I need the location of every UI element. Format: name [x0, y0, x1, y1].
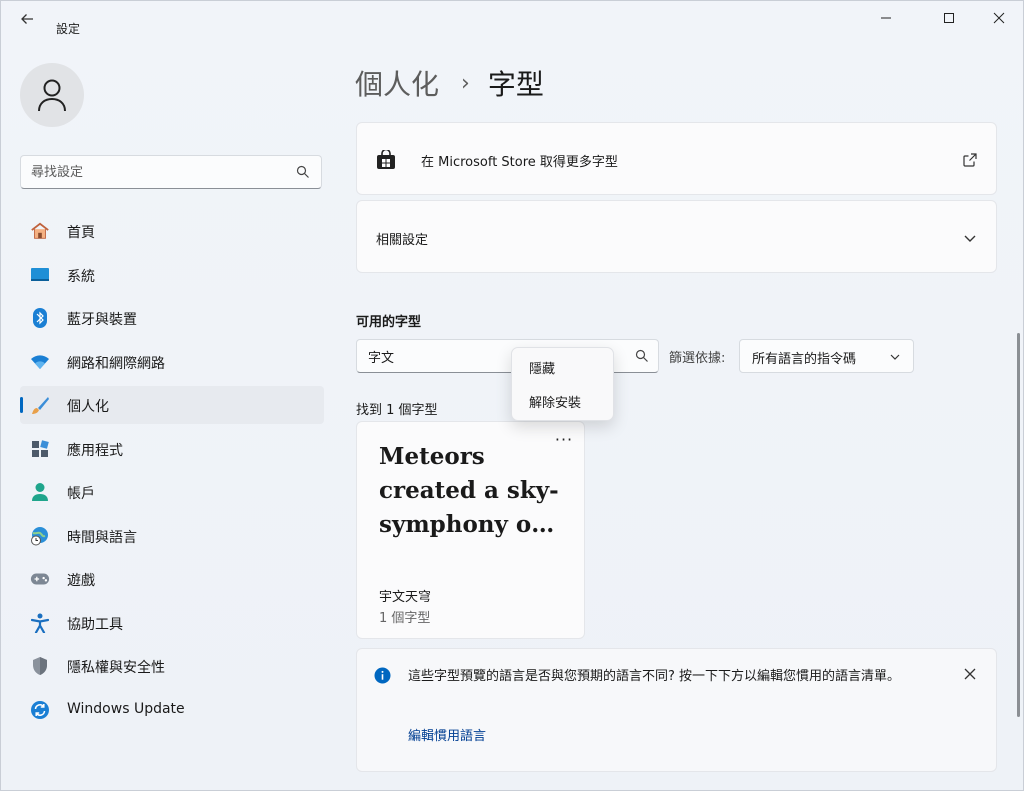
sidebar-item-label: 網路和網際網路 — [67, 355, 165, 372]
page-title: 字型 — [487, 68, 544, 101]
sidebar-item-accessibility[interactable]: 協助工具 — [20, 604, 324, 642]
sidebar-item-system[interactable]: 系統 — [20, 256, 324, 294]
chevron-down-icon — [890, 354, 900, 360]
sidebar-item-label: 隱私權與安全性 — [67, 660, 165, 676]
store-card-label: 在 Microsoft Store 取得更多字型 — [421, 155, 618, 170]
external-link-icon — [963, 153, 977, 167]
sidebar-item-label: 個人化 — [67, 399, 109, 415]
breadcrumb-parent[interactable]: 個人化 — [355, 63, 439, 103]
user-icon — [38, 79, 66, 112]
apps-icon — [30, 439, 50, 459]
related-settings-card[interactable]: 相關設定 — [356, 200, 997, 273]
related-settings-label: 相關設定 — [376, 233, 429, 248]
sidebar-item-label: 藍牙與裝置 — [67, 312, 137, 328]
search-input[interactable] — [31, 162, 291, 182]
gamepad-icon — [30, 569, 50, 589]
language-info-bar: 這些字型預覽的語言是否與您預期的語言不同? 按一下下方以編輯您慣用的語言清單。 … — [356, 648, 997, 772]
title-bar: 設定 — [1, 1, 1023, 41]
menu-item-label: 隱藏 — [529, 362, 556, 377]
sidebar-item-label: 遊戲 — [67, 573, 95, 589]
sidebar-item-apps[interactable]: 應用程式 — [20, 430, 324, 468]
back-button[interactable] — [15, 11, 39, 31]
breadcrumb: 個人化 › 字型 — [355, 61, 544, 105]
sidebar-item-gaming[interactable]: 遊戲 — [20, 560, 324, 598]
back-arrow-icon — [21, 14, 33, 24]
minimize-button[interactable] — [863, 7, 909, 33]
script-filter-dropdown[interactable]: 所有語言的指令碼 — [739, 339, 914, 373]
sidebar-item-label: 協助工具 — [67, 616, 123, 633]
sidebar-item-bluetooth[interactable]: 藍牙與裝置 — [20, 299, 324, 337]
search-icon — [635, 349, 648, 362]
shield-icon — [30, 656, 50, 676]
filter-selected-value: 所有語言的指令碼 — [752, 352, 857, 367]
sidebar-item-network[interactable]: 網路和網際網路 — [20, 343, 324, 381]
font-preview-text: Meteors created a sky-symphony o… — [379, 443, 559, 538]
brush-icon — [30, 395, 50, 415]
app-title: 設定 — [56, 22, 81, 36]
edit-preferred-languages-link[interactable]: 編輯慣用語言 — [408, 725, 486, 744]
sidebar-item-label: 系統 — [67, 268, 95, 285]
info-icon — [374, 667, 391, 684]
search-icon — [296, 165, 309, 178]
minimize-icon — [881, 17, 891, 19]
settings-window: 設定 首頁 系統 藍牙與裝置 網路和網際網路 — [0, 0, 1024, 791]
globe-clock-icon — [30, 526, 50, 546]
menu-item-label: 解除安裝 — [529, 396, 582, 411]
more-options-button[interactable]: ··· — [552, 432, 576, 450]
sidebar-item-label: 時間與語言 — [67, 529, 137, 546]
microsoft-store-card[interactable]: 在 Microsoft Store 取得更多字型 — [356, 122, 997, 195]
breadcrumb-separator: › — [461, 70, 470, 96]
active-indicator — [20, 397, 23, 413]
sidebar-item-label: Windows Update — [67, 700, 185, 717]
maximize-icon — [944, 13, 954, 23]
filter-label: 篩選依據: — [669, 351, 726, 366]
sidebar-nav: 首頁 系統 藍牙與裝置 網路和網際網路 個人化 應用程式 帳戶 時間與語言 遊戲… — [20, 212, 324, 734]
sidebar-item-accounts[interactable]: 帳戶 — [20, 473, 324, 511]
close-icon — [993, 12, 1005, 24]
sidebar-item-label: 首頁 — [67, 225, 95, 241]
font-face-count: 1 個字型 — [379, 611, 431, 626]
maximize-button[interactable] — [926, 7, 972, 33]
bluetooth-icon — [30, 308, 50, 328]
close-button[interactable] — [976, 7, 1022, 33]
sidebar-item-label: 帳戶 — [67, 486, 95, 502]
sidebar-item-privacy[interactable]: 隱私權與安全性 — [20, 647, 324, 685]
home-icon — [30, 221, 50, 241]
sidebar-item-label: 應用程式 — [67, 442, 123, 459]
update-icon — [30, 700, 50, 720]
accessibility-icon — [30, 613, 50, 633]
font-name: 宇文天穹 — [379, 590, 432, 605]
avatar[interactable] — [20, 63, 84, 127]
chevron-down-icon — [964, 235, 976, 242]
available-fonts-heading: 可用的字型 — [356, 315, 422, 330]
menu-item-uninstall[interactable]: 解除安裝 — [516, 386, 611, 416]
system-icon — [30, 265, 50, 285]
wifi-icon — [30, 352, 50, 372]
sidebar-item-personalization[interactable]: 個人化 — [20, 386, 324, 424]
font-context-menu: 隱藏 解除安裝 — [511, 347, 614, 421]
store-icon — [377, 150, 395, 169]
sidebar-item-time-language[interactable]: 時間與語言 — [20, 517, 324, 555]
scrollbar[interactable] — [1017, 333, 1020, 717]
sidebar-item-home[interactable]: 首頁 — [20, 212, 324, 250]
account-icon — [30, 482, 50, 502]
settings-search[interactable] — [20, 155, 322, 189]
sidebar-item-windows-update[interactable]: Windows Update — [20, 691, 324, 729]
menu-item-hide[interactable]: 隱藏 — [516, 352, 611, 382]
info-message: 這些字型預覽的語言是否與您預期的語言不同? 按一下下方以編輯您慣用的語言清單。 — [408, 669, 901, 684]
dismiss-icon[interactable] — [962, 666, 978, 682]
found-count-text: 找到 1 個字型 — [356, 403, 438, 418]
font-search-input[interactable] — [368, 346, 498, 366]
